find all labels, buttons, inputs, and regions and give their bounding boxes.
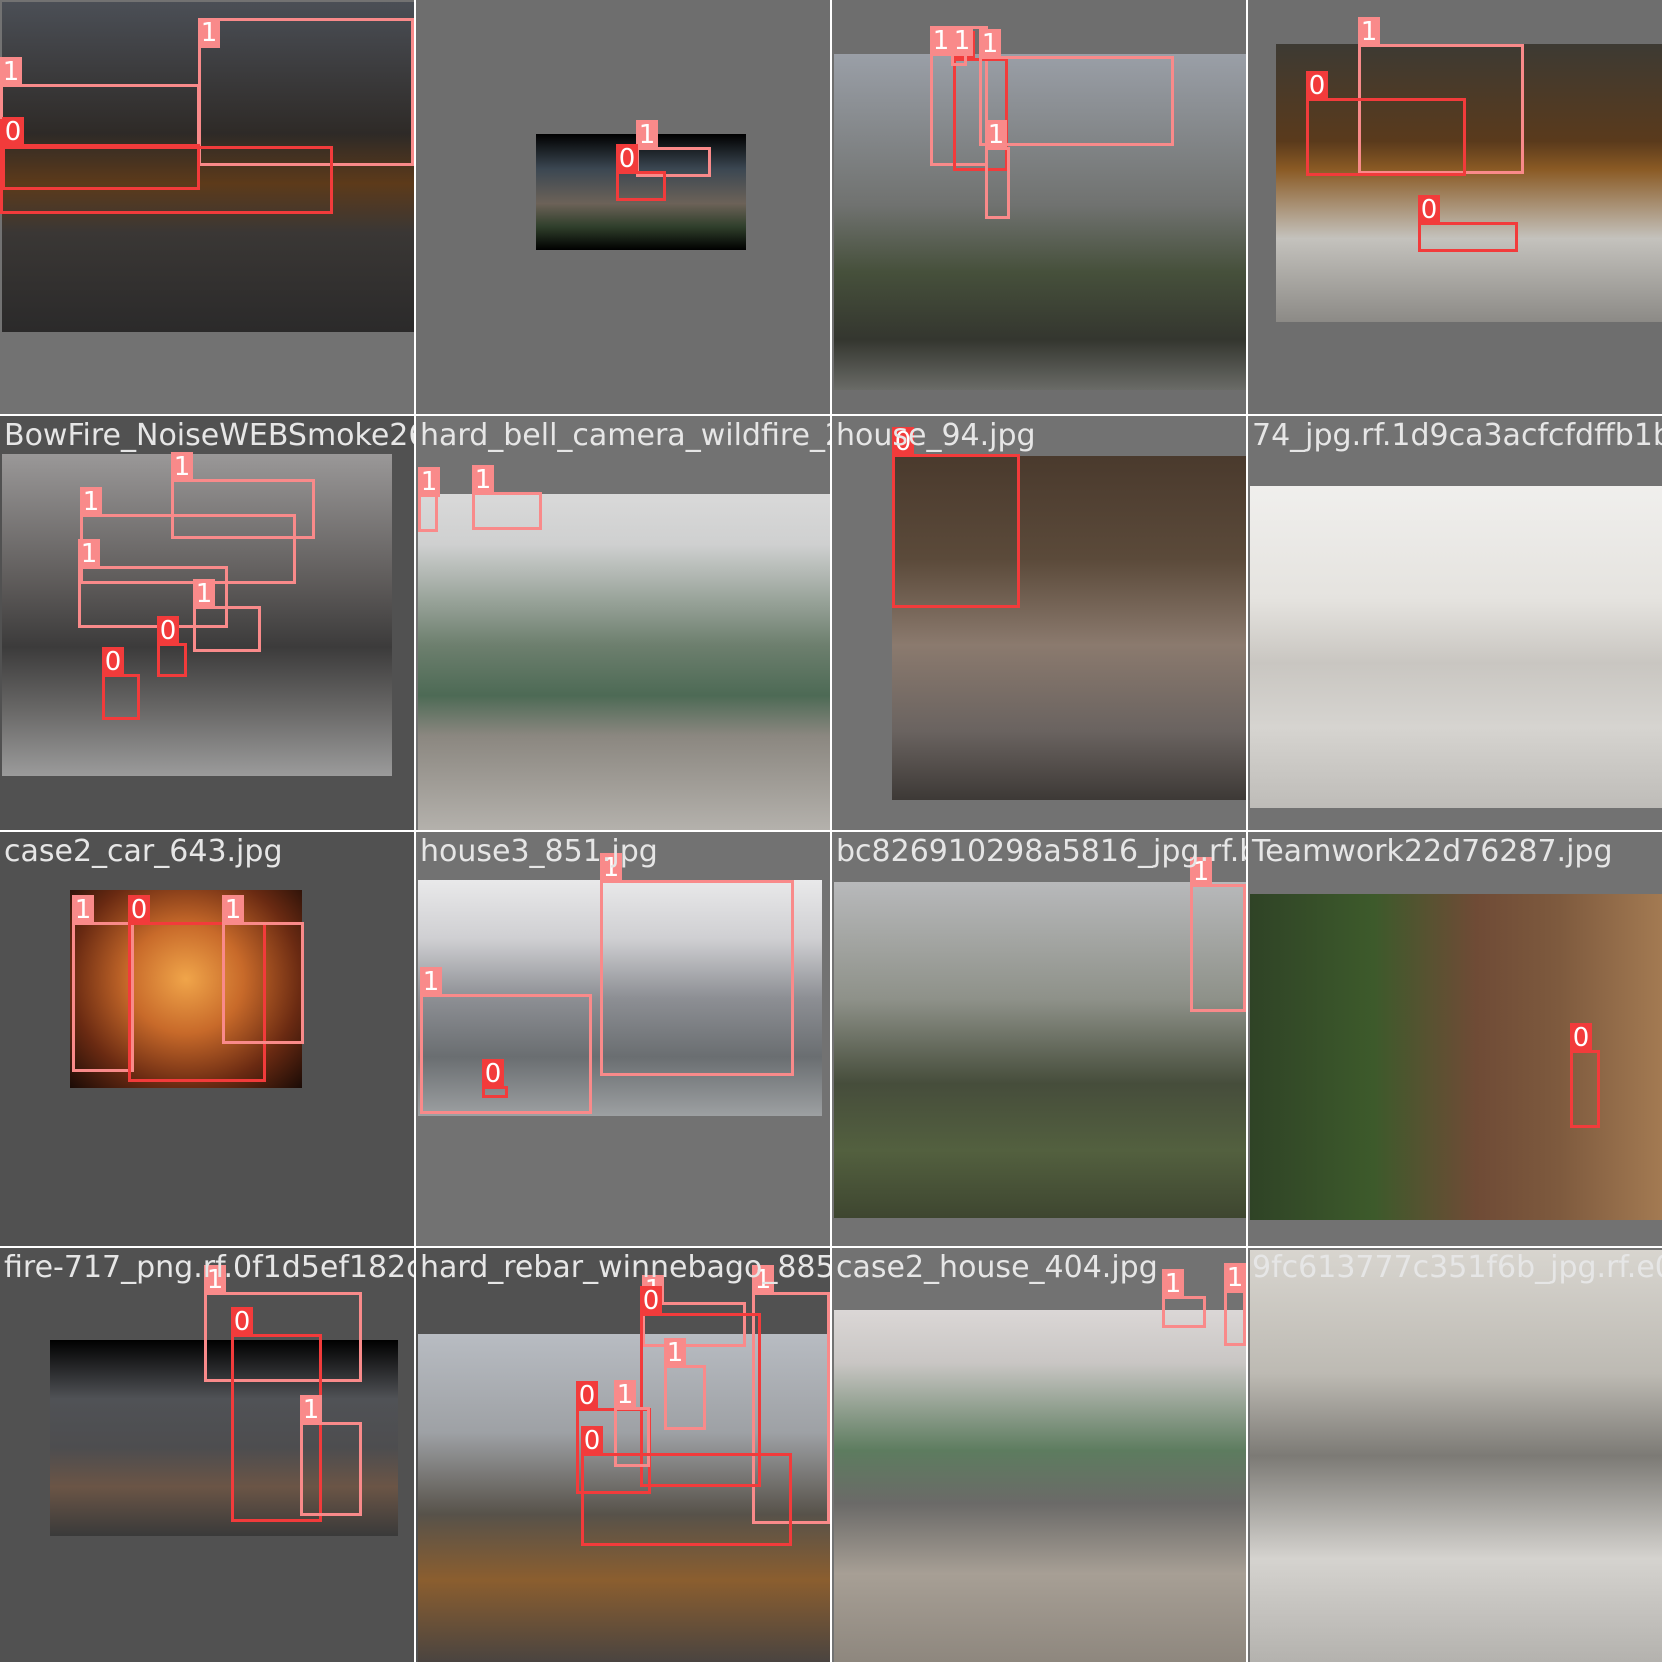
bbox-label: 0 (576, 1381, 598, 1411)
image-tile: 1101010hard_rebar_winnebago_885.jpg (416, 1248, 830, 1662)
bbox-label: 1 (171, 452, 193, 482)
tile-photo (1250, 486, 1662, 808)
tile-photo (418, 494, 830, 830)
bbox-label: 0 (1570, 1023, 1592, 1053)
image-tile: 100 (1248, 0, 1662, 414)
bbox-class-1: 1 (1162, 1269, 1206, 1328)
bbox-label: 1 (418, 467, 440, 497)
bbox-label: 1 (1224, 1263, 1246, 1293)
bbox-label: 1 (72, 895, 94, 925)
bbox-class-1: 1 (193, 579, 261, 652)
bbox-class-1: 1 (951, 26, 973, 66)
bbox-class-1: 1 (472, 465, 542, 530)
bbox-class-1: 1 (600, 853, 794, 1076)
bbox-class-0: 0 (1570, 1023, 1600, 1128)
image-tile: 0 Teamwork22d76287.jpg (1248, 832, 1662, 1246)
tile-photo (1250, 1250, 1662, 1662)
bbox-class-1: 1 (1224, 1263, 1246, 1346)
image-tile: 11hard_bell_camera_wildfire_2330.jpg (416, 416, 830, 830)
bbox-label: 0 (2, 117, 24, 147)
bbox-class-1: 1 (664, 1338, 706, 1430)
bbox-class-0: 0 (892, 427, 1020, 608)
bbox-class-1: 1 (985, 120, 1010, 219)
bbox-label: 0 (616, 144, 638, 174)
bbox-class-0: 0 (1306, 71, 1466, 176)
bbox-class-0: 0 (1418, 195, 1518, 252)
bbox-label: 0 (157, 616, 179, 646)
bbox-label: 1 (0, 57, 22, 87)
bbox-class-0: 0 (482, 1059, 508, 1098)
bbox-label: 1 (1190, 857, 1212, 887)
bbox-label: 1 (193, 579, 215, 609)
bbox-label: 1 (472, 465, 494, 495)
bbox-label: 0 (102, 647, 124, 677)
bbox-class-1: 1 (1190, 857, 1246, 1012)
bbox-label: 1 (985, 120, 1007, 150)
bbox-label: 0 (1418, 195, 1440, 225)
bbox-label: 1 (1358, 17, 1380, 47)
bbox-label: 1 (78, 539, 100, 569)
bbox-label: 1 (664, 1338, 686, 1368)
tile-photo (834, 882, 1246, 1218)
image-tile: 1bc826910298a5816_jpg.rf.b0e3e8061 (832, 832, 1246, 1246)
bbox-class-1: 1 (72, 895, 134, 1072)
bbox-class-0: 0 (157, 616, 187, 677)
bbox-class-0: 0 (581, 1426, 792, 1546)
bbox-label: 1 (222, 895, 244, 925)
image-tile: 101fire-717_png.rf.0f1d5ef182c24a06 (0, 1248, 414, 1662)
bbox-label: 1 (198, 18, 220, 48)
image-tile: 9fc613777c351f6b_jpg.rf.e0 (1248, 1248, 1662, 1662)
bbox-class-0: 0 (102, 647, 140, 720)
tile-photo (1250, 894, 1662, 1220)
bbox-label: 1 (614, 1380, 636, 1410)
bbox-class-1: 1 (418, 467, 440, 532)
bbox-label: 1 (80, 487, 102, 517)
bbox-label: 1 (979, 29, 1001, 59)
bbox-label: 0 (892, 427, 914, 457)
bbox-label: 1 (636, 120, 658, 150)
bbox-label: 1 (1162, 1269, 1184, 1299)
bbox-label: 1 (204, 1265, 226, 1295)
bbox-class-0: 0 (616, 144, 666, 201)
image-tile: 1 1 case2_house_404.jpg (832, 1248, 1246, 1662)
bbox-class-1: 1 (222, 895, 304, 1044)
image-tile: 1 1 0 house3_851.jpg (416, 832, 830, 1246)
bbox-label: 1 (300, 1395, 322, 1425)
image-tile: 1 0 1 case2_car_643.jpg (0, 832, 414, 1246)
bbox-class-1: 1 (979, 29, 1174, 146)
image-tile: 1100 (0, 0, 414, 414)
bbox-label: 1 (951, 26, 973, 56)
bbox-label: 0 (128, 895, 150, 925)
bbox-label: 1 (420, 967, 442, 997)
bbox-class-0: 0 (2, 117, 200, 190)
tile-photo (834, 1310, 1246, 1662)
bbox-class-1: 1 (198, 18, 414, 166)
bbox-label: 0 (231, 1307, 253, 1337)
bbox-class-1: 1 (300, 1395, 362, 1516)
bbox-label: 1 (600, 853, 622, 883)
image-tile: 74_jpg.rf.1d9ca3acfcfdffb1b4 (1248, 416, 1662, 830)
image-tile: 10 (416, 0, 830, 414)
bbox-label: 0 (640, 1286, 662, 1316)
bbox-label: 1 (752, 1265, 774, 1295)
bbox-label: 1 (930, 26, 952, 56)
bbox-label: 0 (1306, 71, 1328, 101)
image-tile: 111100BowFire_NoiseWEBSmoke2607.jpg (0, 416, 414, 830)
image-tile: 0 house_94.jpg (832, 416, 1246, 830)
bbox-label: 0 (482, 1059, 504, 1089)
bbox-label: 0 (581, 1426, 603, 1456)
image-tile: 10111 (832, 0, 1246, 414)
